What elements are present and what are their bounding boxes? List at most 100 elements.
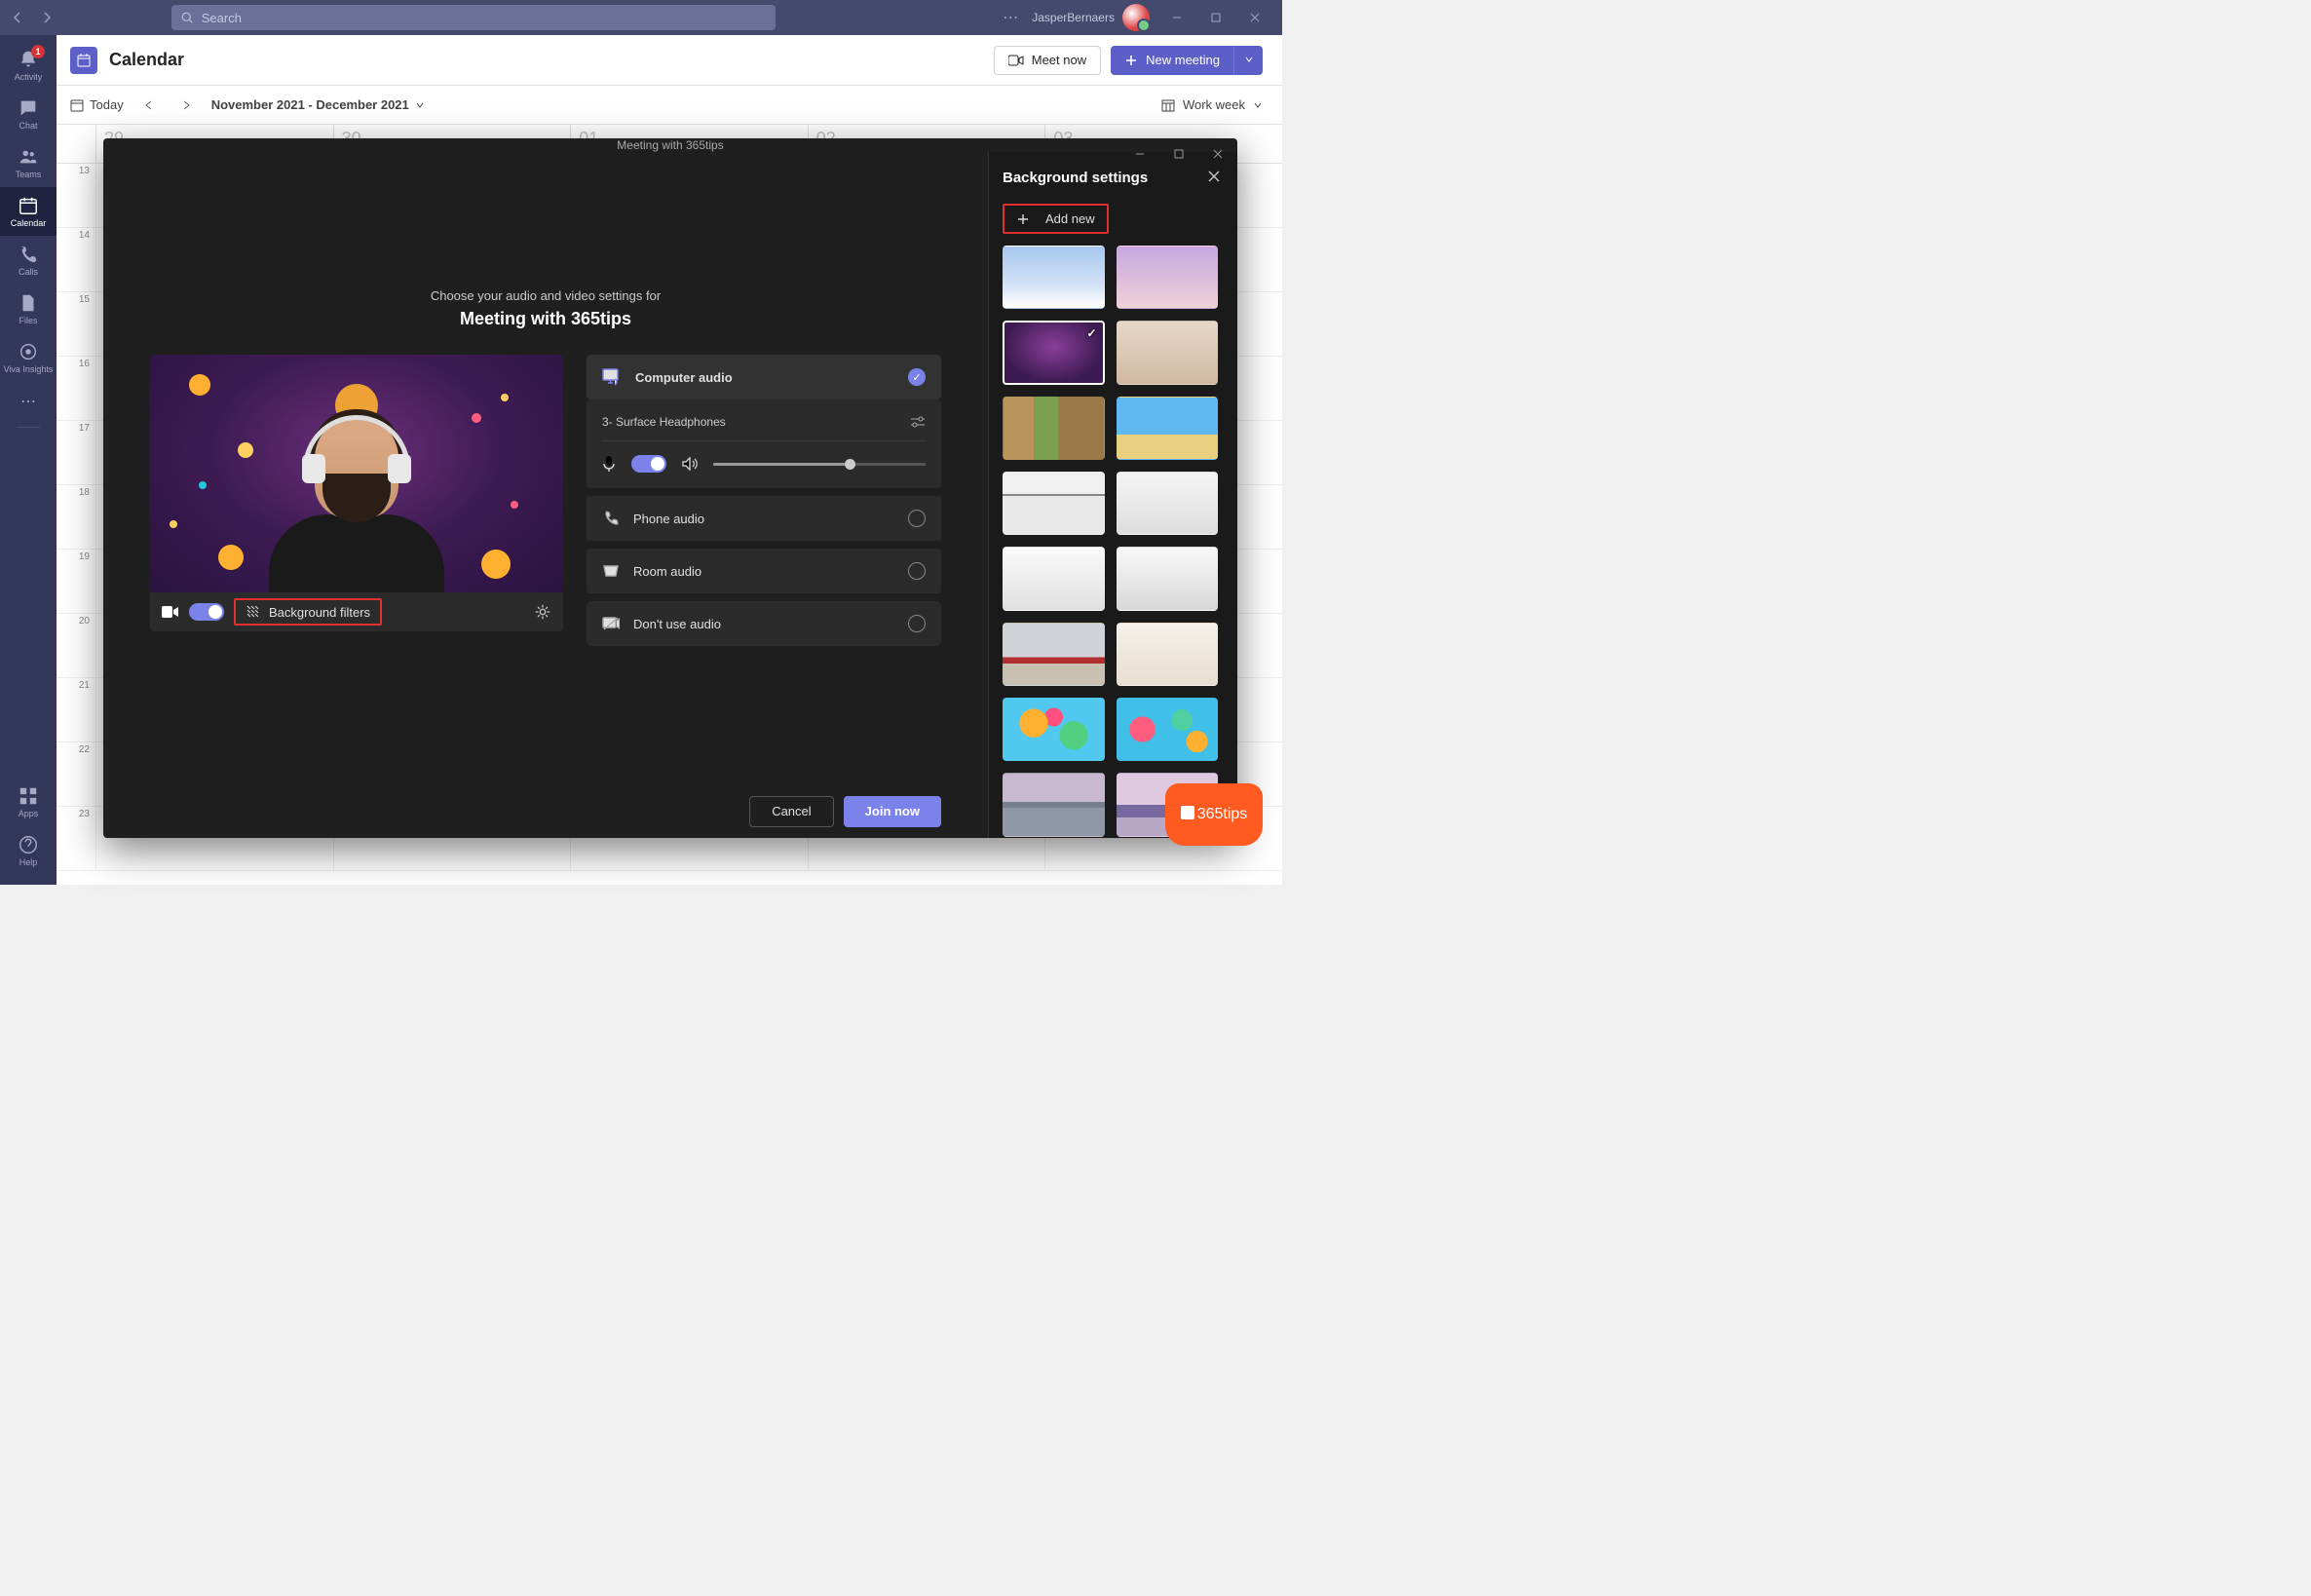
background-filters-button[interactable]: Background filters (234, 598, 382, 626)
radio-checked-icon (908, 368, 926, 386)
background-thumbnails-grid (1003, 246, 1224, 837)
mic-toggle[interactable] (631, 455, 666, 473)
rail-label: Chat (19, 121, 37, 131)
rail-chat[interactable]: Chat (0, 90, 57, 138)
new-meeting-chevron[interactable] (1233, 46, 1263, 75)
bg-thumb-selected[interactable] (1003, 321, 1105, 384)
rail-teams[interactable]: Teams (0, 138, 57, 187)
cancel-button[interactable]: Cancel (749, 796, 833, 827)
radio-icon (908, 562, 926, 580)
hour-label: 21 (57, 678, 95, 741)
meet-now-button[interactable]: Meet now (994, 46, 1101, 75)
video-preview (150, 355, 563, 592)
bg-thumb[interactable] (1117, 698, 1219, 761)
history-forward-button[interactable] (33, 4, 60, 31)
no-audio-icon (602, 616, 620, 631)
search-placeholder: Search (202, 11, 242, 25)
plus-icon (1124, 54, 1138, 67)
bg-thumb[interactable] (1117, 547, 1219, 610)
window-minimize-button[interactable] (1157, 2, 1196, 33)
bg-thumb[interactable] (1117, 472, 1219, 535)
date-range-picker[interactable]: November 2021 - December 2021 (211, 97, 425, 112)
view-picker[interactable]: Work week (1161, 97, 1263, 112)
hour-label: 17 (57, 421, 95, 484)
hour-label: 18 (57, 485, 95, 549)
window-maximize-button[interactable] (1196, 2, 1235, 33)
more-button[interactable]: ⋯ (997, 8, 1024, 27)
volume-slider[interactable] (713, 463, 926, 466)
hour-label: 19 (57, 550, 95, 613)
dialog-maximize-button[interactable] (1159, 138, 1198, 170)
phone-icon (602, 510, 620, 527)
add-new-background-button[interactable]: Add new (1003, 204, 1109, 234)
audio-option-phone[interactable]: Phone audio (587, 496, 941, 541)
join-now-button[interactable]: Join now (844, 796, 941, 827)
bg-thumb[interactable] (1003, 472, 1105, 535)
bg-thumb[interactable] (1117, 321, 1219, 384)
prev-period-button[interactable] (137, 94, 161, 117)
rail-calendar[interactable]: Calendar (0, 187, 57, 236)
calendar-toolbar: Today November 2021 - December 2021 Work… (57, 86, 1282, 125)
rail-help[interactable]: Help (0, 826, 57, 875)
next-period-button[interactable] (174, 94, 198, 117)
background-settings-panel: Background settings Add new (988, 152, 1237, 838)
rail-label: Help (19, 857, 38, 867)
today-button[interactable]: Today (70, 97, 124, 112)
today-icon (70, 98, 84, 112)
rail-apps[interactable]: Apps (0, 778, 57, 826)
sliders-icon[interactable] (910, 416, 926, 428)
audio-option-computer[interactable]: Computer audio (587, 355, 941, 399)
bg-thumb[interactable] (1003, 397, 1105, 460)
gear-icon[interactable] (534, 603, 551, 621)
radio-icon (908, 615, 926, 632)
hour-label: 23 (57, 807, 95, 870)
rail-viva[interactable]: Viva Insights (0, 333, 57, 382)
audio-option-none[interactable]: Don't use audio (587, 601, 941, 646)
bg-thumb[interactable] (1117, 623, 1219, 686)
bg-thumb[interactable] (1003, 547, 1105, 610)
prejoin-meeting-title: Meeting with 365tips (150, 309, 941, 329)
user-name-label: JasperBernaers (1032, 11, 1115, 24)
rail-more[interactable]: ⋯ (20, 382, 36, 421)
calendar-app-icon (70, 47, 97, 74)
rail-divider (17, 427, 40, 428)
dialog-title: Meeting with 365tips (617, 138, 723, 152)
rail-label: Apps (19, 809, 39, 818)
dialog-minimize-button[interactable] (1120, 138, 1159, 170)
new-meeting-button[interactable]: New meeting (1111, 46, 1233, 75)
chevron-down-icon (1253, 100, 1263, 110)
activity-badge: 1 (31, 45, 45, 58)
speaker-icon (682, 457, 698, 471)
bg-panel-title: Background settings (1003, 170, 1148, 186)
bg-thumb[interactable] (1003, 698, 1105, 761)
bg-thumb[interactable] (1003, 246, 1105, 309)
audio-option-room[interactable]: Room audio (587, 549, 941, 593)
rail-files[interactable]: Files (0, 285, 57, 333)
history-back-button[interactable] (4, 4, 31, 31)
bg-thumb[interactable] (1003, 773, 1105, 836)
room-icon (602, 564, 620, 578)
rail-calls[interactable]: Calls (0, 236, 57, 285)
mic-icon (602, 455, 616, 473)
camera-toggle[interactable] (189, 603, 224, 621)
search-icon (181, 12, 194, 24)
rail-label: Activity (15, 72, 43, 82)
user-avatar[interactable] (1122, 4, 1150, 31)
calendar-header: Calendar Meet now New meeting (57, 35, 1282, 86)
hour-label: 16 (57, 357, 95, 420)
window-close-button[interactable] (1235, 2, 1274, 33)
audio-device-settings: 3- Surface Headphones (587, 399, 941, 488)
plus-icon (1016, 212, 1030, 226)
dialog-titlebar: Meeting with 365tips (103, 138, 1237, 152)
hour-label: 22 (57, 742, 95, 806)
search-input[interactable]: Search (171, 5, 776, 30)
bg-thumb[interactable] (1003, 623, 1105, 686)
computer-audio-icon (602, 368, 622, 386)
bg-thumb[interactable] (1117, 246, 1219, 309)
hour-label: 20 (57, 614, 95, 677)
dialog-close-button[interactable] (1198, 138, 1237, 170)
rail-label: Calendar (11, 218, 47, 228)
rail-activity[interactable]: Activity 1 (0, 41, 57, 90)
bg-thumb[interactable] (1117, 397, 1219, 460)
prejoin-subtitle: Choose your audio and video settings for (150, 288, 941, 303)
